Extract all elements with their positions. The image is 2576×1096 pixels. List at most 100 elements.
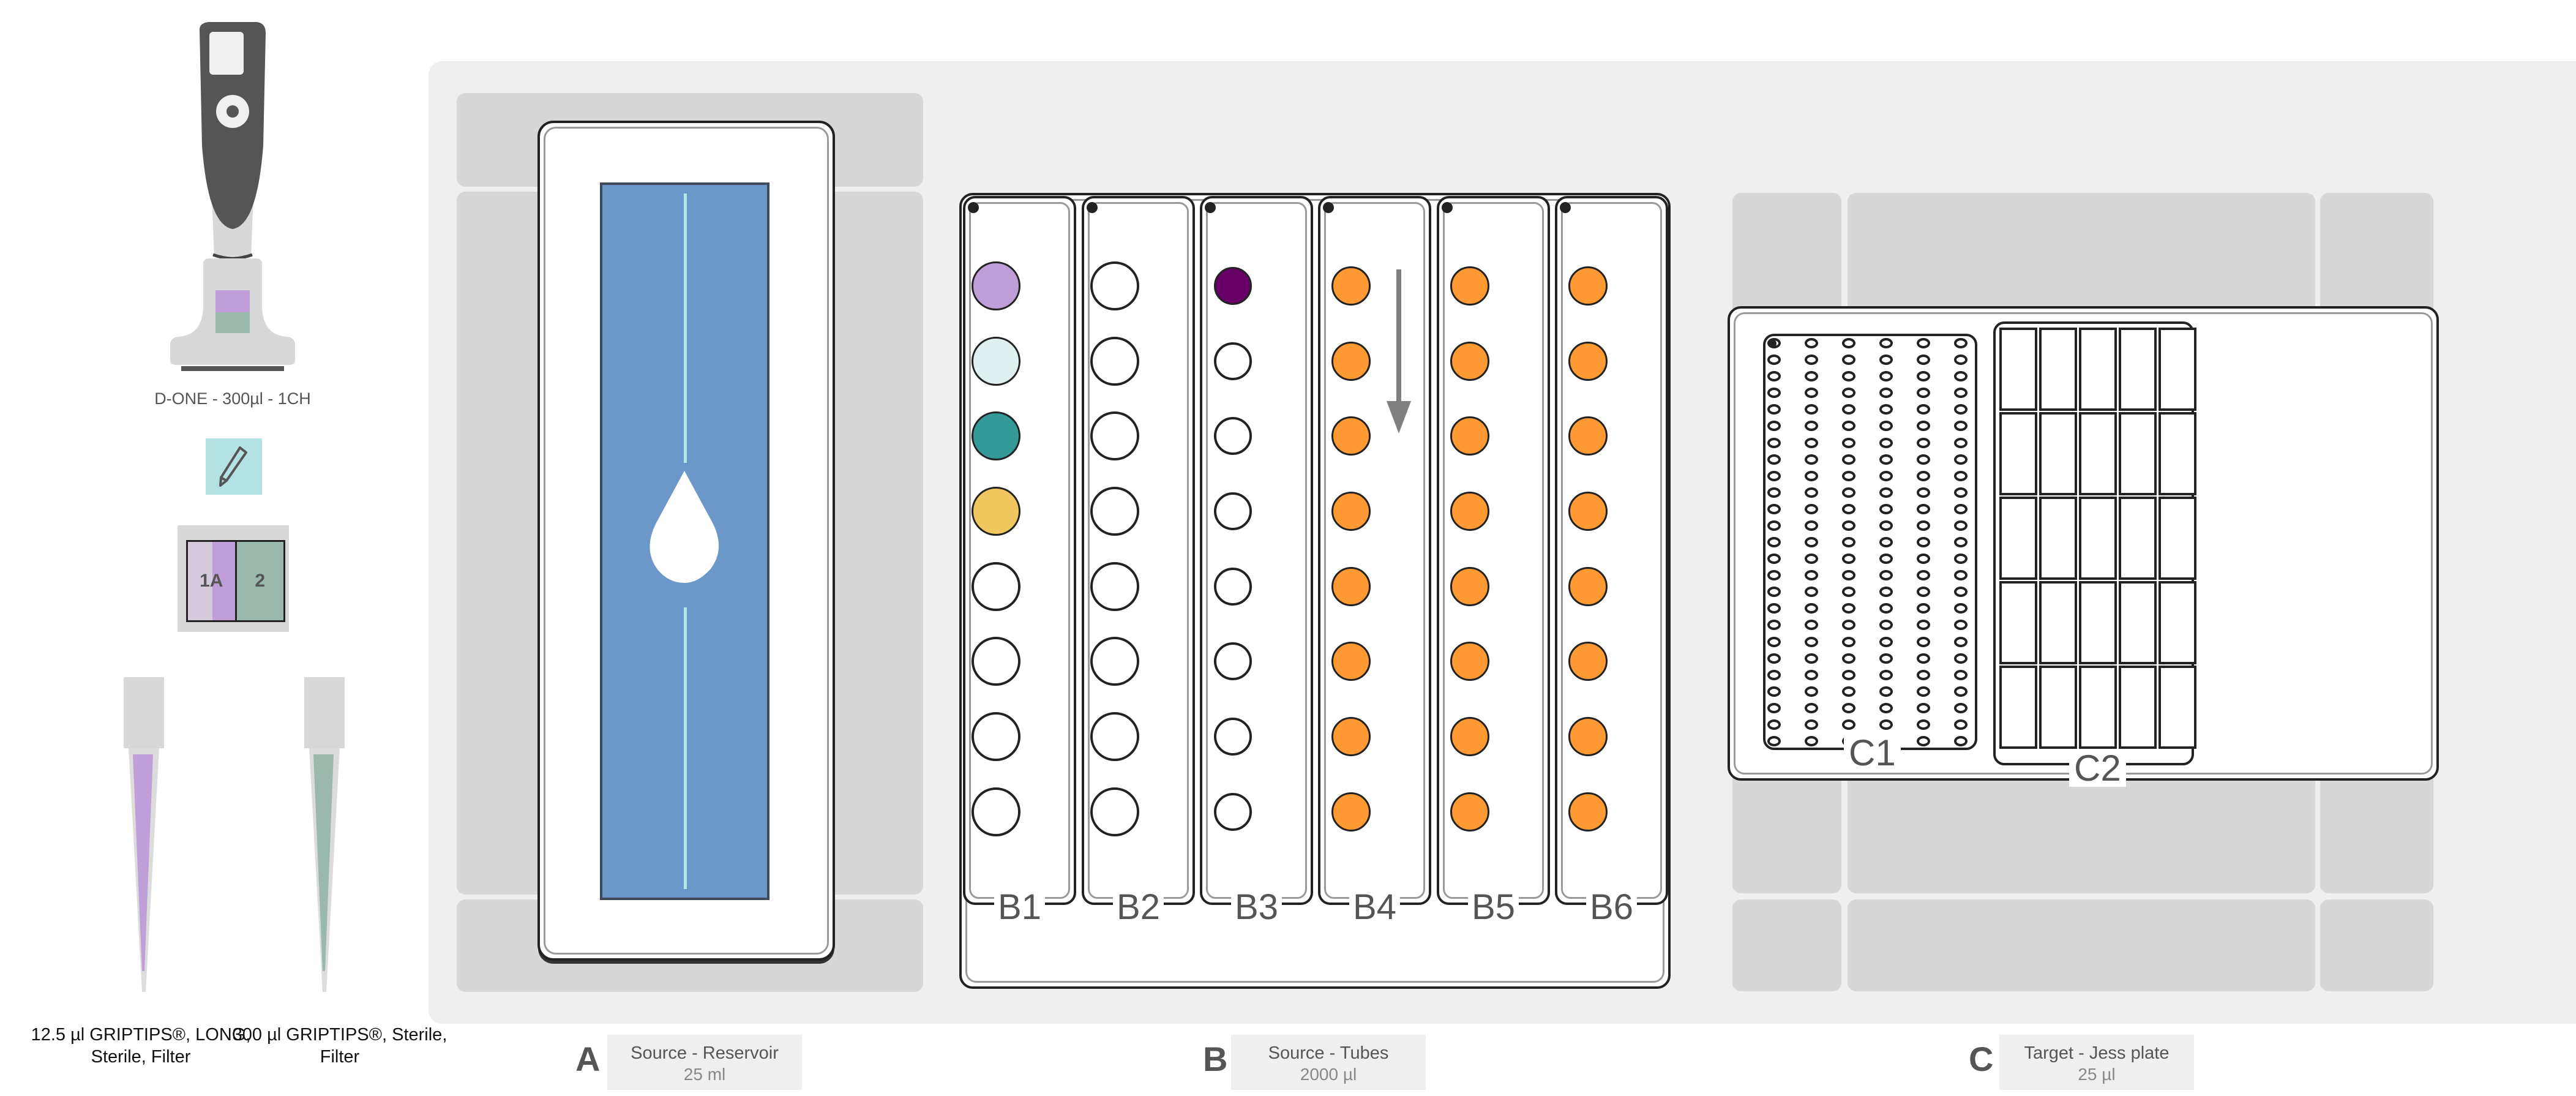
slot-label-b[interactable]: Source - Tubes 2000 µl: [1231, 1035, 1426, 1090]
c1-well[interactable]: [1917, 437, 1930, 448]
c1-well[interactable]: [1842, 719, 1855, 730]
tube-b4-4[interactable]: [1331, 492, 1371, 531]
c1-well[interactable]: [1767, 653, 1781, 664]
c1-well[interactable]: [1954, 487, 1968, 498]
c1-well[interactable]: [1917, 636, 1930, 647]
c2-cartridge[interactable]: [2119, 497, 2157, 580]
edit-button[interactable]: [206, 438, 262, 495]
c1-well[interactable]: [1879, 503, 1893, 514]
c1-well[interactable]: [1842, 470, 1855, 481]
c1-well[interactable]: [1842, 636, 1855, 647]
c1-well[interactable]: [1954, 702, 1968, 713]
c2-cartridge[interactable]: [2119, 581, 2157, 664]
c2-cartridge[interactable]: [2039, 581, 2077, 664]
slot-label-a[interactable]: Source - Reservoir 25 ml: [607, 1035, 802, 1090]
c1-well[interactable]: [1767, 686, 1781, 697]
c1-well[interactable]: [1767, 503, 1781, 514]
c1-well[interactable]: [1805, 487, 1818, 498]
c1-well[interactable]: [1842, 503, 1855, 514]
slot-label-c[interactable]: Target - Jess plate 25 µl: [1999, 1035, 2194, 1090]
c1-well[interactable]: [1805, 437, 1818, 448]
c1-well[interactable]: [1842, 554, 1855, 565]
c1-well[interactable]: [1805, 686, 1818, 697]
c2-cartridge[interactable]: [1999, 328, 2037, 411]
c1-well[interactable]: [1917, 454, 1930, 465]
tube-b3-3[interactable]: [1214, 417, 1252, 455]
tube-b5-8[interactable]: [1450, 792, 1489, 831]
c1-well[interactable]: [1917, 554, 1930, 565]
c1-well[interactable]: [1954, 338, 1968, 348]
c1-well[interactable]: [1954, 503, 1968, 514]
c1-well[interactable]: [1879, 669, 1893, 680]
c1-well[interactable]: [1767, 437, 1781, 448]
c2-cartridge[interactable]: [2039, 328, 2077, 411]
pipette-icon[interactable]: [153, 11, 312, 378]
tube-b6-4[interactable]: [1568, 492, 1608, 531]
c1-well[interactable]: [1805, 454, 1818, 465]
c2-cartridge[interactable]: [2119, 666, 2157, 749]
c1-well[interactable]: [1805, 736, 1818, 746]
tube-b3-4[interactable]: [1214, 492, 1252, 530]
tube-b1-4[interactable]: [972, 487, 1020, 536]
tip-slot-2[interactable]: 2: [236, 542, 283, 620]
c1-well[interactable]: [1879, 520, 1893, 531]
tube-b4-2[interactable]: [1331, 342, 1371, 381]
c2-cartridge[interactable]: [2159, 581, 2196, 664]
c1-well[interactable]: [1767, 470, 1781, 481]
c1-well[interactable]: [1954, 736, 1968, 746]
tube-b1-8[interactable]: [972, 787, 1020, 836]
c1-well[interactable]: [1805, 338, 1818, 348]
tube-b1-5[interactable]: [972, 562, 1020, 611]
tube-b2-2[interactable]: [1090, 337, 1139, 386]
c1-well[interactable]: [1842, 355, 1855, 366]
plate-section-c1[interactable]: [1763, 334, 1977, 750]
tube-b3-2[interactable]: [1214, 342, 1252, 380]
c1-well[interactable]: [1954, 636, 1968, 647]
tube-b3-5[interactable]: [1214, 568, 1252, 606]
tube-b2-8[interactable]: [1090, 787, 1139, 836]
c1-well[interactable]: [1954, 537, 1968, 547]
c1-well[interactable]: [1767, 636, 1781, 647]
c1-well[interactable]: [1879, 338, 1893, 348]
c1-well[interactable]: [1954, 669, 1968, 680]
tube-b2-4[interactable]: [1090, 487, 1139, 536]
tube-b6-5[interactable]: [1568, 567, 1608, 606]
tube-b4-7[interactable]: [1331, 717, 1371, 756]
tube-b4-5[interactable]: [1331, 567, 1371, 606]
tube-b6-6[interactable]: [1568, 642, 1608, 681]
tube-b3-7[interactable]: [1214, 718, 1252, 756]
tube-b5-1[interactable]: [1450, 266, 1489, 306]
c1-well[interactable]: [1879, 636, 1893, 647]
c1-well[interactable]: [1917, 503, 1930, 514]
tip-300ul-icon[interactable]: [303, 674, 346, 998]
c2-cartridge[interactable]: [2119, 412, 2157, 495]
c1-well[interactable]: [1879, 702, 1893, 713]
c2-cartridge[interactable]: [2159, 328, 2196, 411]
c1-well[interactable]: [1917, 719, 1930, 730]
tube-b6-7[interactable]: [1568, 717, 1608, 756]
c1-well[interactable]: [1879, 719, 1893, 730]
tube-b3-1[interactable]: [1214, 267, 1252, 305]
tube-b1-2[interactable]: [972, 337, 1020, 386]
c2-cartridge[interactable]: [2079, 497, 2117, 580]
c1-well[interactable]: [1805, 702, 1818, 713]
c1-well[interactable]: [1917, 669, 1930, 680]
tip-slot-1a[interactable]: 1A: [188, 542, 237, 620]
c1-well[interactable]: [1879, 686, 1893, 697]
c1-well[interactable]: [1767, 719, 1781, 730]
c1-well[interactable]: [1842, 437, 1855, 448]
c1-well[interactable]: [1954, 520, 1968, 531]
c1-well[interactable]: [1917, 470, 1930, 481]
c1-well[interactable]: [1917, 487, 1930, 498]
c2-cartridge[interactable]: [2039, 666, 2077, 749]
c1-well[interactable]: [1917, 338, 1930, 348]
tube-b6-3[interactable]: [1568, 416, 1608, 456]
tube-b4-8[interactable]: [1331, 792, 1371, 831]
c1-well[interactable]: [1879, 355, 1893, 366]
c1-well[interactable]: [1879, 470, 1893, 481]
c2-cartridge[interactable]: [2159, 497, 2196, 580]
c1-well[interactable]: [1805, 669, 1818, 680]
c1-well[interactable]: [1767, 355, 1781, 366]
c2-cartridge[interactable]: [2079, 412, 2117, 495]
tube-b5-5[interactable]: [1450, 567, 1489, 606]
